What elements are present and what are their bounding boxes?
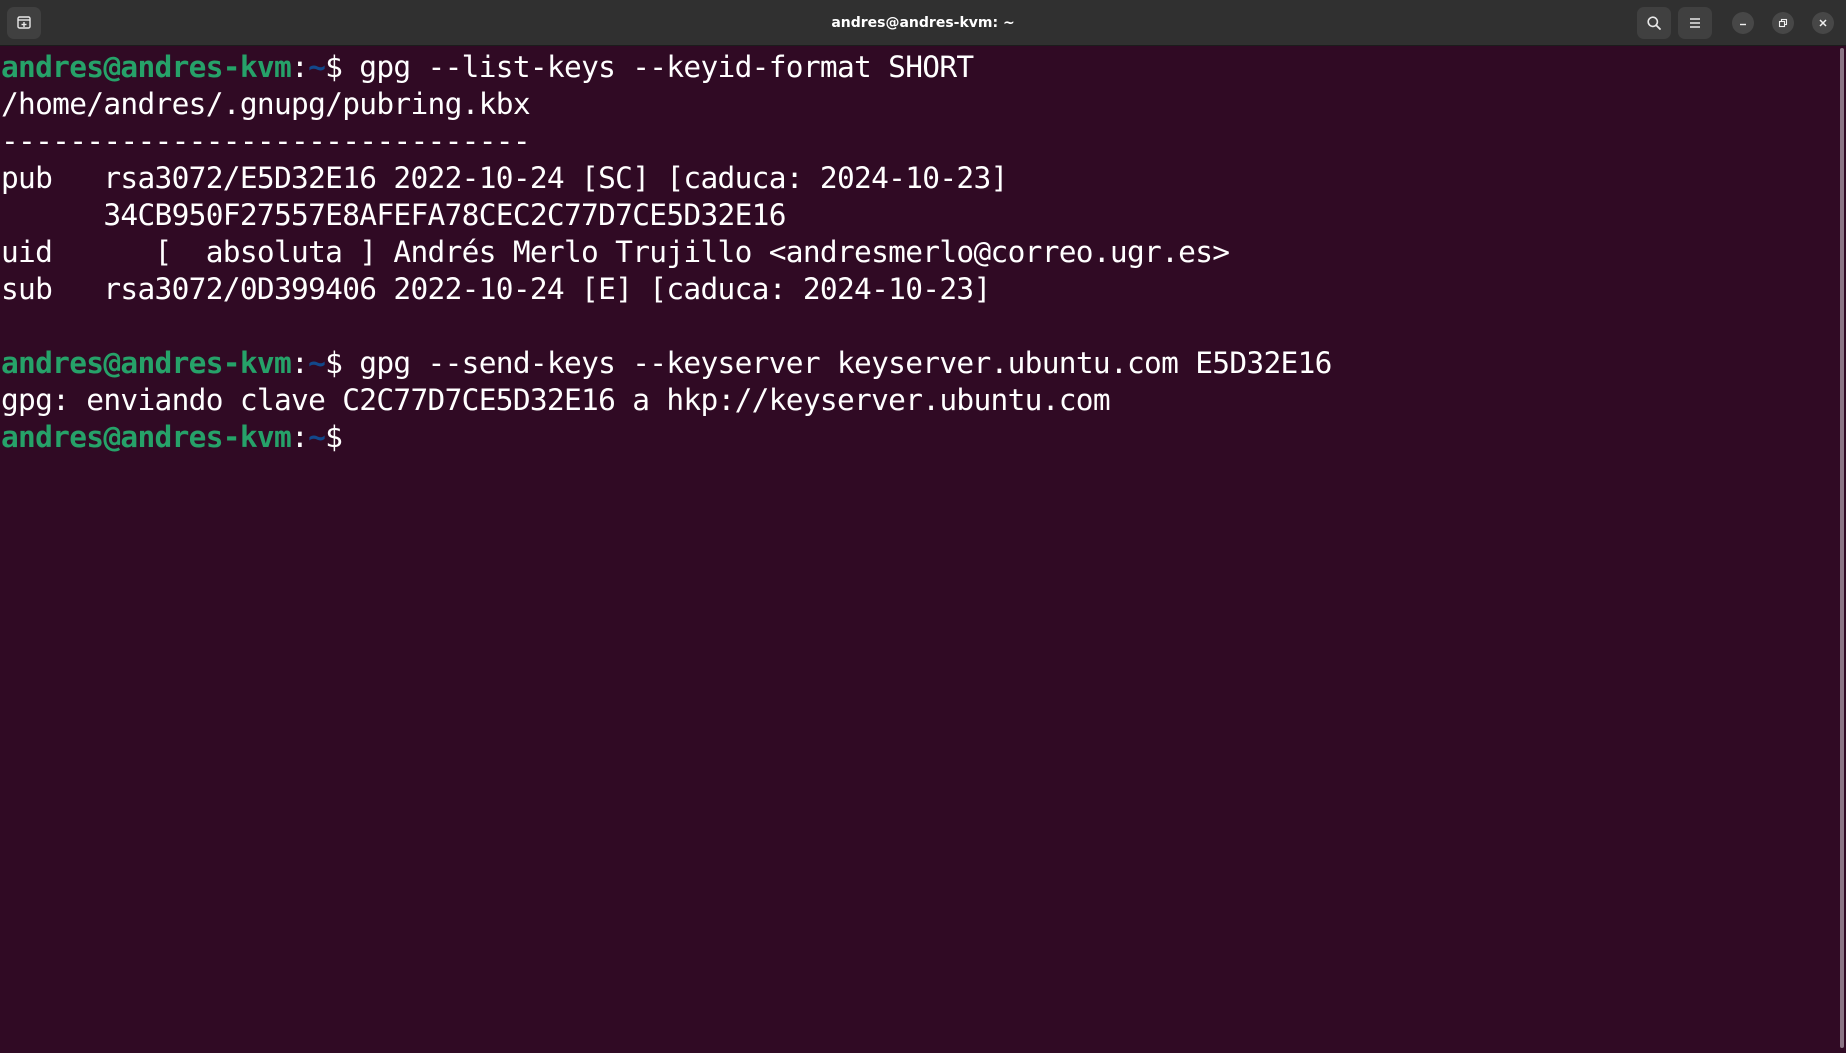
- close-icon: [1818, 18, 1828, 28]
- minimize-button[interactable]: [1732, 12, 1754, 34]
- output-line: 34CB950F27557E8AFEFA78CEC2C77D7CE5D32E16: [1, 197, 1838, 234]
- new-tab-icon: [16, 15, 32, 31]
- menu-button[interactable]: [1678, 7, 1712, 39]
- prompt-user-host: andres@andres-kvm: [1, 50, 292, 84]
- prompt-colon: :: [291, 346, 309, 380]
- output-line: uid [ absoluta ] Andrés Merlo Trujillo <…: [1, 234, 1838, 271]
- hamburger-menu-icon: [1687, 15, 1703, 31]
- window-title: andres@andres-kvm: ~: [831, 15, 1015, 31]
- output-line: /home/andres/.gnupg/pubring.kbx: [1, 86, 1838, 123]
- output-text: uid [ absoluta ] Andrés Merlo Trujillo <…: [1, 235, 1230, 269]
- output-text: gpg: enviando clave C2C77D7CE5D32E16 a h…: [1, 383, 1111, 417]
- prompt-symbol: $: [325, 346, 343, 380]
- new-tab-button[interactable]: [7, 7, 41, 39]
- command-text: gpg --send-keys --keyserver keyserver.ub…: [342, 346, 1332, 380]
- output-text: -------------------------------: [1, 124, 531, 158]
- minimize-icon: [1738, 18, 1748, 28]
- prompt-user-host: andres@andres-kvm: [1, 346, 292, 380]
- output-line: pub rsa3072/E5D32E16 2022-10-24 [SC] [ca…: [1, 160, 1838, 197]
- scrollbar-thumb[interactable]: [1840, 48, 1844, 1048]
- output-line: gpg: enviando clave C2C77D7CE5D32E16 a h…: [1, 382, 1838, 419]
- prompt-user-host: andres@andres-kvm: [1, 420, 292, 454]
- command-line: andres@andres-kvm:~$ gpg --list-keys --k…: [1, 49, 1838, 86]
- output-text: pub rsa3072/E5D32E16 2022-10-24 [SC] [ca…: [1, 161, 1008, 195]
- search-icon: [1646, 15, 1662, 31]
- prompt-path: ~: [308, 346, 326, 380]
- search-button[interactable]: [1637, 7, 1671, 39]
- scrollbar[interactable]: [1838, 46, 1846, 1053]
- title-bar[interactable]: andres@andres-kvm: ~: [0, 0, 1846, 46]
- prompt-colon: :: [291, 50, 309, 84]
- prompt-path: ~: [308, 420, 326, 454]
- output-text: sub rsa3072/0D399406 2022-10-24 [E] [cad…: [1, 272, 991, 306]
- output-text: 34CB950F27557E8AFEFA78CEC2C77D7CE5D32E16: [1, 198, 786, 232]
- close-button[interactable]: [1812, 12, 1834, 34]
- maximize-icon: [1778, 18, 1788, 28]
- terminal-window: andres@andres-kvm: ~ andres@andres-kvm:~…: [0, 0, 1846, 1053]
- output-text: /home/andres/.gnupg/pubring.kbx: [1, 87, 531, 121]
- output-line: sub rsa3072/0D399406 2022-10-24 [E] [cad…: [1, 271, 1838, 308]
- output-line: -------------------------------: [1, 123, 1838, 160]
- prompt-path: ~: [308, 50, 326, 84]
- command-line: andres@andres-kvm:~$ gpg --send-keys --k…: [1, 345, 1838, 382]
- prompt-symbol: $: [325, 420, 343, 454]
- command-text: gpg --list-keys --keyid-format SHORT: [342, 50, 974, 84]
- prompt-symbol: $: [325, 50, 343, 84]
- command-line: andres@andres-kvm:~$: [1, 419, 1838, 456]
- terminal-output[interactable]: andres@andres-kvm:~$ gpg --list-keys --k…: [0, 46, 1838, 1053]
- prompt-colon: :: [291, 420, 309, 454]
- maximize-button[interactable]: [1772, 12, 1794, 34]
